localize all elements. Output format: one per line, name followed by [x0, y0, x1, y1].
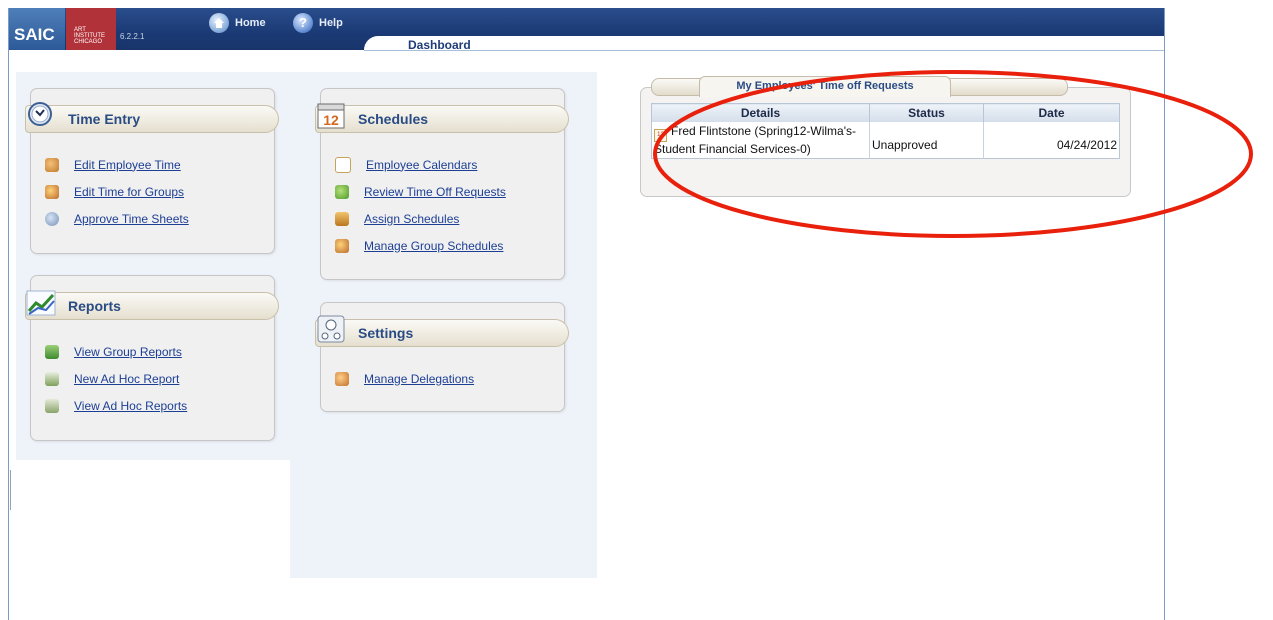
time-off-icon	[335, 184, 349, 199]
time-entry-header: Time Entry	[25, 102, 279, 133]
new-report-icon	[45, 371, 59, 386]
employee-calendar-icon	[335, 156, 351, 173]
saic-logo: SAIC	[9, 8, 65, 50]
help-link[interactable]: ? Help	[293, 13, 343, 33]
table-row[interactable]: 12 Fred Flintstone (Spring12-Wilma's-Stud…	[652, 122, 1120, 159]
chart-icon	[26, 290, 56, 316]
assign-schedules-link[interactable]: Assign Schedules	[335, 205, 506, 232]
calendar-icon-text: 12	[323, 112, 339, 128]
reports-header: Reports	[25, 290, 279, 320]
time-off-title-tab: My Employees' Time off Requests	[699, 76, 951, 97]
time-off-requests-panel: My Employees' Time off Requests Details …	[640, 76, 1131, 197]
details-cell[interactable]: 12 Fred Flintstone (Spring12-Wilma's-Stud…	[652, 122, 870, 159]
art-institute-logo: ART INSTITUTE CHICAGO	[66, 8, 116, 50]
reports-links: View Group Reports New Ad Hoc Report Vie…	[45, 338, 187, 419]
time-off-table: Details Status Date 12 Fred Flintstone (S…	[651, 103, 1120, 159]
settings-header: Settings	[315, 315, 569, 347]
column-status[interactable]: Status	[869, 103, 984, 122]
reports-panel: Reports View Group Reports New Ad Hoc Re…	[25, 275, 279, 441]
reports-title: Reports	[68, 298, 121, 314]
group-report-icon	[45, 344, 59, 359]
edit-employee-time-link[interactable]: Edit Employee Time	[45, 151, 189, 178]
time-off-table-header: Details Status Date	[651, 103, 1120, 122]
employee-calendars-link[interactable]: Employee Calendars	[335, 151, 506, 178]
delegation-icon	[335, 371, 349, 386]
manage-group-schedules-link[interactable]: Manage Group Schedules	[335, 232, 506, 259]
time-entry-title: Time Entry	[68, 111, 141, 127]
divider	[10, 470, 11, 510]
schedules-title: Schedules	[358, 111, 429, 127]
settings-panel: Settings Manage Delegations	[315, 302, 569, 412]
home-link[interactable]: Home	[209, 13, 266, 33]
approve-clock-icon	[45, 211, 59, 226]
schedules-panel: 12 Schedules Employee Calendars Review T…	[315, 88, 569, 280]
view-ad-hoc-reports-link[interactable]: View Ad Hoc Reports	[45, 392, 187, 419]
version-label: 6.2.2.1	[120, 32, 145, 41]
review-time-off-requests-link[interactable]: Review Time Off Requests	[335, 178, 506, 205]
top-bar: SAIC ART INSTITUTE CHICAGO 6.2.2.1 Home ? …	[9, 8, 1164, 52]
settings-dial-icon	[317, 315, 345, 343]
approve-time-sheets-link[interactable]: Approve Time Sheets	[45, 205, 189, 232]
settings-links: Manage Delegations	[335, 365, 474, 392]
date-cell: 04/24/2012	[983, 122, 1120, 159]
group-schedule-icon	[335, 238, 349, 253]
calendar-icon: 12	[654, 129, 667, 142]
column-details[interactable]: Details	[651, 103, 870, 122]
view-group-reports-link[interactable]: View Group Reports	[45, 338, 187, 365]
time-entry-panel: Time Entry Edit Employee Time Edit Time …	[25, 88, 279, 254]
manage-delegations-link[interactable]: Manage Delegations	[335, 365, 474, 392]
help-icon: ?	[293, 13, 313, 33]
time-entry-links: Edit Employee Time Edit Time for Groups …	[45, 151, 189, 232]
calendar-icon: 12	[317, 103, 345, 129]
edit-time-for-groups-link[interactable]: Edit Time for Groups	[45, 178, 189, 205]
status-cell: Unapproved	[869, 122, 984, 159]
tab-dashboard[interactable]: Dashboard	[364, 36, 1164, 52]
assign-schedule-icon	[335, 211, 349, 226]
new-ad-hoc-report-link[interactable]: New Ad Hoc Report	[45, 365, 187, 392]
home-icon	[209, 13, 229, 33]
settings-title: Settings	[358, 325, 414, 341]
clock-icon	[28, 102, 52, 126]
employee-edit-icon	[45, 157, 59, 172]
schedules-header: 12 Schedules	[315, 103, 569, 133]
view-report-icon	[45, 398, 59, 413]
column-date[interactable]: Date	[983, 103, 1120, 122]
schedules-links: Employee Calendars Review Time Off Reque…	[335, 151, 506, 259]
group-icon	[45, 184, 59, 199]
tab-underline	[364, 50, 1164, 51]
